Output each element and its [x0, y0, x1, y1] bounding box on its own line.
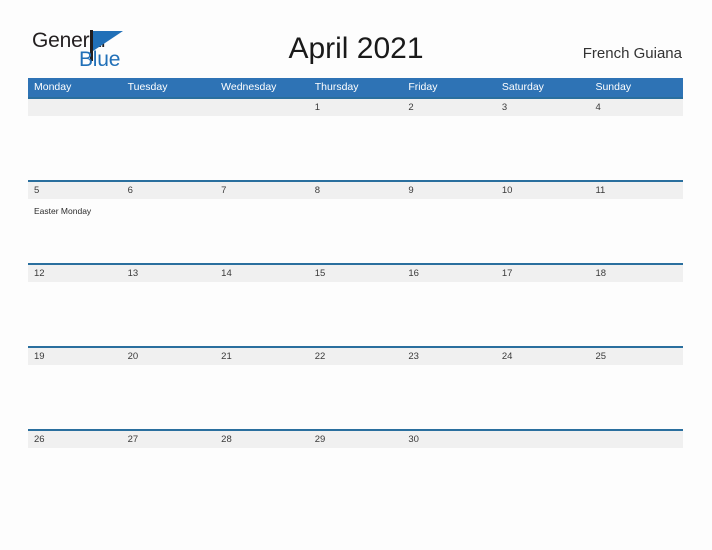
day-cell[interactable] [122, 199, 216, 263]
day-number[interactable] [496, 431, 590, 448]
week-row: 5 6 7 8 9 10 11 Easter Monday [28, 180, 683, 263]
day-number[interactable]: 15 [309, 265, 403, 282]
weekday-header-friday: Friday [408, 81, 438, 93]
day-cell[interactable]: Easter Monday [28, 199, 122, 263]
calendar-grid: Monday Tuesday Wednesday Thursday Friday… [28, 78, 683, 512]
day-cell[interactable] [402, 116, 496, 180]
day-cell[interactable] [122, 116, 216, 180]
week-row: 1 2 3 4 [28, 97, 683, 180]
day-number[interactable] [215, 99, 309, 116]
day-number[interactable]: 18 [589, 265, 683, 282]
event-label: Easter Monday [34, 206, 92, 216]
day-number[interactable]: 8 [309, 182, 403, 199]
day-number[interactable]: 29 [309, 431, 403, 448]
day-cell[interactable] [215, 448, 309, 512]
day-number[interactable]: 11 [589, 182, 683, 199]
day-number[interactable]: 20 [122, 348, 216, 365]
day-number[interactable]: 24 [496, 348, 590, 365]
week-date-band: 26 27 28 29 30 [28, 429, 683, 448]
week-event-band [28, 116, 683, 180]
day-cell[interactable] [496, 448, 590, 512]
day-number[interactable]: 26 [28, 431, 122, 448]
day-number[interactable]: 1 [309, 99, 403, 116]
day-cell[interactable] [402, 365, 496, 429]
day-cell[interactable] [402, 282, 496, 346]
day-cell[interactable] [309, 448, 403, 512]
day-cell[interactable] [589, 116, 683, 180]
day-number[interactable] [589, 431, 683, 448]
day-cell[interactable] [589, 282, 683, 346]
week-event-band [28, 282, 683, 346]
day-number[interactable]: 10 [496, 182, 590, 199]
day-cell[interactable] [309, 199, 403, 263]
day-cell[interactable] [309, 282, 403, 346]
week-event-band [28, 448, 683, 512]
day-cell[interactable] [122, 282, 216, 346]
day-number[interactable]: 17 [496, 265, 590, 282]
week-event-band: Easter Monday [28, 199, 683, 263]
location-label: French Guiana [582, 45, 682, 62]
day-cell[interactable] [309, 365, 403, 429]
day-number[interactable]: 3 [496, 99, 590, 116]
day-cell[interactable] [402, 199, 496, 263]
day-number[interactable]: 23 [402, 348, 496, 365]
day-cell[interactable] [122, 365, 216, 429]
day-number[interactable]: 28 [215, 431, 309, 448]
day-cell[interactable] [589, 199, 683, 263]
day-number[interactable]: 5 [28, 182, 122, 199]
page-header: General Blue April 2021 French Guiana [0, 0, 712, 78]
day-cell[interactable] [496, 365, 590, 429]
day-cell[interactable] [215, 282, 309, 346]
day-cell[interactable] [28, 448, 122, 512]
day-cell[interactable] [309, 116, 403, 180]
day-cell[interactable] [122, 448, 216, 512]
weekday-header-saturday: Saturday [501, 81, 544, 93]
day-cell[interactable] [496, 282, 590, 346]
day-number[interactable]: 2 [402, 99, 496, 116]
day-cell[interactable] [496, 116, 590, 180]
day-number[interactable]: 6 [122, 182, 216, 199]
day-number[interactable]: 22 [309, 348, 403, 365]
day-number[interactable]: 13 [122, 265, 216, 282]
day-cell[interactable] [589, 365, 683, 429]
day-number[interactable]: 9 [402, 182, 496, 199]
weekday-header-thursday: Thursday [314, 81, 359, 93]
day-number[interactable]: 14 [215, 265, 309, 282]
week-date-band: 19 20 21 22 23 24 25 [28, 346, 683, 365]
day-cell[interactable] [215, 116, 309, 180]
weekday-header-tuesday: Tuesday [127, 81, 168, 93]
day-cell[interactable] [28, 365, 122, 429]
week-date-band: 12 13 14 15 16 17 18 [28, 263, 683, 282]
day-number[interactable] [28, 99, 122, 116]
day-number[interactable]: 30 [402, 431, 496, 448]
day-number[interactable]: 25 [589, 348, 683, 365]
weekday-header-monday: Monday [34, 81, 72, 93]
day-number[interactable]: 19 [28, 348, 122, 365]
day-cell[interactable] [215, 365, 309, 429]
day-cell[interactable] [589, 448, 683, 512]
weekday-header-wednesday: Wednesday [221, 81, 277, 93]
weekday-header-row: Monday Tuesday Wednesday Thursday Friday… [28, 78, 683, 97]
calendar-page: General Blue April 2021 French Guiana Mo… [0, 0, 712, 550]
day-cell[interactable] [496, 199, 590, 263]
day-number[interactable] [122, 99, 216, 116]
week-event-band [28, 365, 683, 429]
week-date-band: 1 2 3 4 [28, 97, 683, 116]
day-number[interactable]: 27 [122, 431, 216, 448]
day-number[interactable]: 12 [28, 265, 122, 282]
week-row: 19 20 21 22 23 24 25 [28, 346, 683, 429]
day-number[interactable]: 7 [215, 182, 309, 199]
day-number[interactable]: 21 [215, 348, 309, 365]
week-row: 26 27 28 29 30 [28, 429, 683, 512]
day-number[interactable]: 16 [402, 265, 496, 282]
day-cell[interactable] [402, 448, 496, 512]
week-date-band: 5 6 7 8 9 10 11 [28, 180, 683, 199]
weekday-header-sunday: Sunday [595, 81, 632, 93]
day-cell[interactable] [215, 199, 309, 263]
day-cell[interactable] [28, 282, 122, 346]
day-cell[interactable] [28, 116, 122, 180]
day-number[interactable]: 4 [589, 99, 683, 116]
week-row: 12 13 14 15 16 17 18 [28, 263, 683, 346]
